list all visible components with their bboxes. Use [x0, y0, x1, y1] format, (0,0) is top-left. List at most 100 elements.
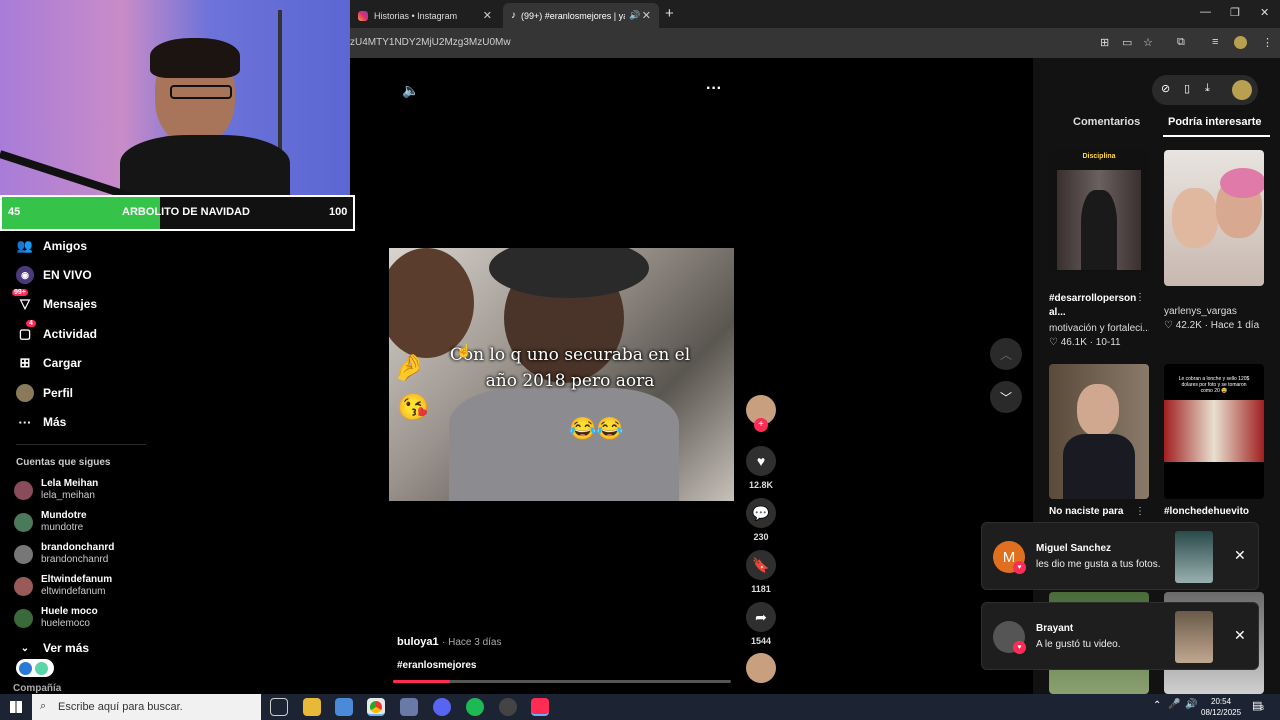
store-icon[interactable]	[335, 698, 353, 716]
video-player[interactable]: Con lo q uno securaba en el año 2018 per…	[389, 248, 734, 501]
restore-icon[interactable]: ❐	[1230, 6, 1240, 19]
recommend-thumb[interactable]	[1164, 150, 1264, 286]
discord-icon[interactable]	[433, 698, 451, 716]
recommend-thumb[interactable]	[1049, 364, 1149, 499]
comment-button[interactable]: 💬 230	[746, 498, 776, 542]
close-icon[interactable]: ✕	[1234, 627, 1246, 644]
card-title[interactable]: #lonchedehuevito	[1164, 506, 1249, 517]
volume-icon[interactable]: 🔈	[402, 82, 419, 99]
file-explorer-icon[interactable]	[303, 698, 321, 716]
notification-thumb	[1175, 611, 1213, 663]
sidebar-item-mensajes[interactable]: ▽ 99+ Mensajes	[12, 289, 97, 315]
notification-message: A le gustó tu video.	[1036, 639, 1121, 650]
follow-plus-icon[interactable]: +	[754, 418, 768, 432]
playlist-icon[interactable]: ≡	[1212, 36, 1218, 48]
address-bar[interactable]: zU4MTY1NDY2MjU2Mzg3MzU0Mw ⊞ ▭ ☆ ⧉ ≡ ⋮	[350, 28, 1280, 58]
recommend-thumb[interactable]: Le cobran a lonche y sello 120$ dolares …	[1164, 364, 1264, 499]
following-account[interactable]: Eltwindefanum eltwindefanum	[14, 572, 112, 600]
tiktok-icon: ♪	[511, 10, 516, 21]
notification-toast[interactable]: M ♥ Miguel Sanchez les dio me gusta a tu…	[981, 522, 1259, 590]
translate-icon[interactable]: ⊞	[1100, 36, 1109, 49]
taskbar-clock[interactable]: 20:54 08/12/2025	[1201, 696, 1241, 718]
post-author[interactable]: buloya1	[397, 636, 439, 648]
account-name: Mundotre	[41, 510, 87, 521]
cast-icon[interactable]: ▭	[1122, 36, 1132, 49]
card-stats: ♡ 42.2K · Hace 1 día	[1164, 320, 1260, 331]
app-icon[interactable]	[400, 698, 418, 716]
more-options-icon[interactable]: ···	[706, 80, 722, 98]
recommend-thumb[interactable]: Disciplina	[1049, 150, 1149, 272]
more-options-icon[interactable]: ⋮	[1135, 506, 1145, 517]
laughing-emoji: 😂😂	[569, 416, 624, 441]
card-title[interactable]: #desarrolloperson al...	[1049, 292, 1139, 320]
speaker-icon[interactable]: 🔊	[629, 10, 640, 21]
taskbar-search[interactable]: ⌕ Escribe aquí para buscar.	[32, 694, 261, 720]
tab-tiktok[interactable]: ♪ (99+) #eranlosmejores | yai 🔊 ✕	[503, 3, 659, 28]
sidebar-item-cargar[interactable]: ⊞ Cargar	[16, 352, 82, 374]
following-account[interactable]: Mundotre mundotre	[14, 508, 87, 536]
menu-icon[interactable]: ⋮	[1262, 36, 1273, 49]
sidebar-item-amigos[interactable]: 👥 Amigos	[16, 235, 87, 257]
close-window-icon[interactable]: ✕	[1260, 6, 1269, 19]
sidebar-item-label: EN VIVO	[43, 268, 92, 282]
sidebar-item-mas[interactable]: ··· Más	[16, 411, 67, 433]
new-tab-button[interactable]: +	[665, 5, 674, 22]
more-icon: ···	[18, 414, 32, 430]
notification-name: Brayant	[1036, 623, 1074, 634]
card-author[interactable]: yarlenys_vargas	[1164, 306, 1237, 317]
card-date: Hace 1 día	[1210, 320, 1260, 331]
save-button[interactable]: 🔖 1181	[746, 550, 776, 594]
tab-comentarios[interactable]: Comentarios	[1073, 116, 1140, 128]
profile-icon[interactable]	[1234, 36, 1247, 49]
following-account[interactable]: Lela Meihan lela_meihan	[14, 476, 98, 504]
tab-instagram[interactable]: Historias • Instagram ✕	[350, 3, 500, 28]
video-progress-bar[interactable]	[393, 680, 731, 683]
more-options-icon[interactable]: ⋮	[1135, 292, 1145, 303]
sidebar-item-actividad[interactable]: ▢ 4 Actividad	[16, 320, 97, 345]
sidebar-item-en-vivo[interactable]: ◉ EN VIVO	[16, 264, 92, 286]
close-icon[interactable]: ✕	[642, 9, 651, 22]
sidebar-item-perfil[interactable]: Perfil	[16, 382, 73, 404]
extensions-icon[interactable]: ⧉	[1177, 36, 1185, 49]
see-more-button[interactable]: ⌄ Ver más	[16, 637, 89, 659]
close-icon[interactable]: ✕	[483, 9, 492, 22]
chevron-up-icon[interactable]: ︿	[990, 338, 1022, 370]
url-text[interactable]: zU4MTY1NDY2MjU2Mzg3MzU0Mw	[350, 37, 511, 48]
compass-icon[interactable]: ⊘	[1161, 82, 1170, 95]
close-icon[interactable]: ✕	[1234, 547, 1246, 564]
avatar	[14, 544, 33, 564]
tiktok-icon[interactable]	[531, 698, 549, 716]
like-button[interactable]: ♥ 12.8K	[746, 446, 776, 490]
card-title[interactable]: No naciste para	[1049, 506, 1123, 517]
music-disc[interactable]	[746, 653, 776, 683]
obs-icon[interactable]	[499, 698, 517, 716]
microphone-icon[interactable]: 🎤	[1168, 699, 1180, 710]
notification-toast[interactable]: ♥ Brayant A le gustó tu video. ✕	[981, 602, 1259, 670]
following-account[interactable]: Huele moco huelemoco	[14, 604, 98, 632]
chevron-down-icon[interactable]: ﹀	[990, 381, 1022, 413]
download-icon[interactable]: ⤓	[1205, 82, 1210, 95]
live-pill[interactable]	[16, 659, 54, 677]
share-button[interactable]: ➦ 1544	[746, 602, 776, 646]
post-hashtag[interactable]: #eranlosmejores	[397, 660, 477, 671]
creator-avatar[interactable]: +	[746, 395, 776, 432]
clock-date: 08/12/2025	[1201, 708, 1242, 717]
speaker-icon[interactable]: 🔊	[1185, 699, 1197, 710]
windows-start-icon[interactable]	[10, 701, 22, 713]
chrome-icon[interactable]	[367, 698, 385, 716]
company-label[interactable]: Compañía	[13, 683, 61, 694]
device-icon[interactable]: ▯	[1184, 82, 1190, 95]
notification-center-icon[interactable]: ▤ 8	[1252, 699, 1264, 712]
avatar[interactable]	[1232, 80, 1252, 100]
account-handle: huelemoco	[41, 618, 90, 629]
spotify-icon[interactable]	[466, 698, 484, 716]
account-name: brandonchanrd	[41, 542, 115, 553]
following-account[interactable]: brandonchanrd brandonchanrd	[14, 540, 114, 568]
bookmark-icon: 🔖	[746, 550, 776, 580]
tray-chevron-icon[interactable]: ⌃	[1153, 700, 1161, 711]
star-icon[interactable]: ☆	[1143, 36, 1153, 49]
minimize-icon[interactable]: —	[1200, 6, 1211, 18]
tab-podria-interesarte[interactable]: Podría interesarte	[1168, 116, 1262, 128]
account-handle: lela_meihan	[41, 490, 95, 501]
task-view-icon[interactable]	[270, 698, 288, 716]
